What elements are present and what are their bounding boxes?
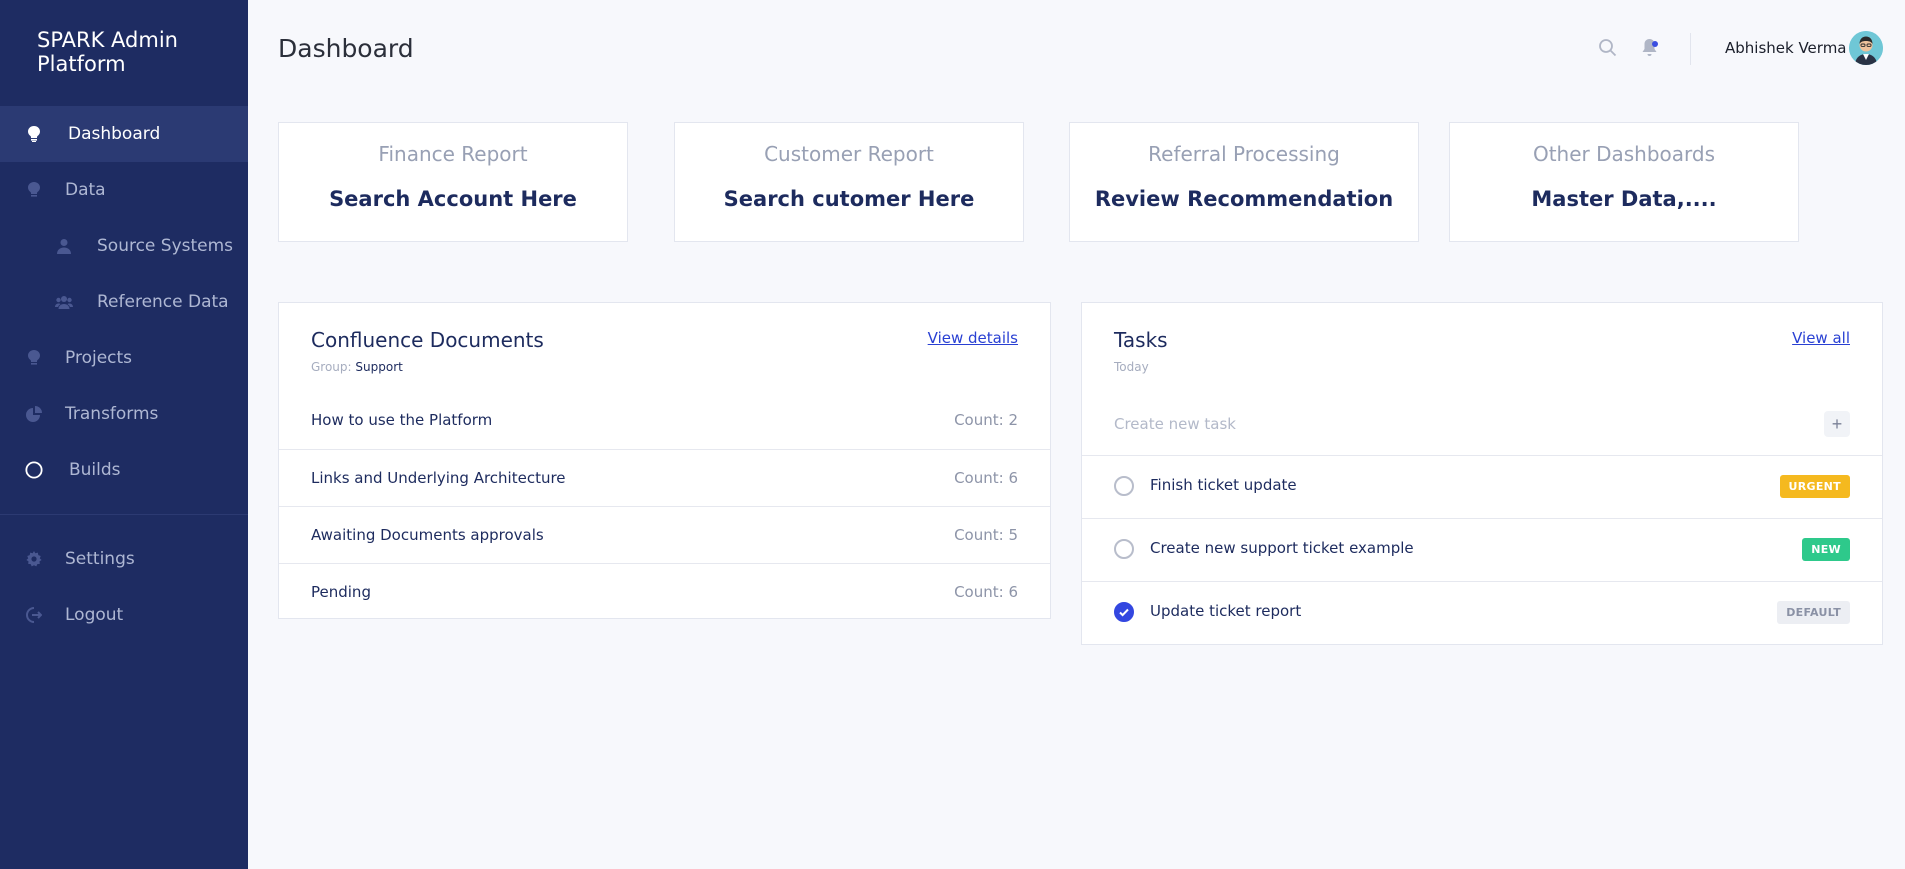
status-badge: DEFAULT [1777,601,1850,624]
page-title: Dashboard [278,34,414,63]
card-value: Search Account Here [329,187,577,211]
customer-report-card[interactable]: Customer Report Search cutomer Here [674,122,1024,242]
check-icon [1119,608,1129,617]
task-checkbox-checked[interactable] [1114,602,1134,622]
card-title: Finance Report [378,142,528,166]
tasks-panel: Tasks Today View all Create new task + F… [1081,302,1883,645]
card-title: Customer Report [764,142,934,166]
sidebar: SPARK Admin Platform Dashboard Data Sour… [0,0,248,869]
referral-processing-card[interactable]: Referral Processing Review Recommendatio… [1069,122,1419,242]
document-name: Pending [311,583,371,601]
view-details-link[interactable]: View details [928,329,1018,347]
users-icon [55,293,73,311]
panel-title: Tasks [1114,328,1168,352]
document-count: Count: 6 [954,583,1018,601]
document-count: Count: 5 [954,526,1018,544]
sidebar-item-reference-data[interactable]: Reference Data [0,274,248,330]
lightbulb-icon [25,125,43,143]
group-value: Support [355,360,403,374]
sidebar-item-label: Logout [65,605,124,625]
confluence-documents-panel: Confluence Documents Group: Support View… [278,302,1051,619]
view-all-link[interactable]: View all [1792,329,1850,347]
task-checkbox[interactable] [1114,476,1134,496]
task-checkbox[interactable] [1114,539,1134,559]
sidebar-item-label: Source Systems [97,236,234,256]
add-task-button[interactable]: + [1824,411,1850,437]
header-divider [1690,33,1691,65]
sidebar-item-settings[interactable]: Settings [0,531,248,587]
sidebar-item-label: Data [65,180,106,200]
list-item[interactable]: Awaiting Documents approvals Count: 5 [279,506,1050,563]
avatar[interactable] [1849,31,1883,65]
card-title: Referral Processing [1148,142,1340,166]
sidebar-item-source-systems[interactable]: Source Systems [0,218,248,274]
gear-icon [25,550,43,568]
task-row[interactable]: Update ticket report DEFAULT [1082,581,1882,644]
lightbulb-icon [25,349,43,367]
brand-title: SPARK Admin Platform [37,28,178,76]
list-item[interactable]: Links and Underlying Architecture Count:… [279,449,1050,506]
document-count: Count: 6 [954,469,1018,487]
list-item[interactable]: Pending Count: 6 [279,563,1050,620]
pie-chart-icon [25,405,43,423]
card-value: Master Data,.... [1531,187,1717,211]
task-row[interactable]: Create new support ticket example NEW [1082,518,1882,581]
document-name: Awaiting Documents approvals [311,526,544,544]
sidebar-item-builds[interactable]: Builds [0,442,248,498]
user-icon [55,237,73,255]
status-badge: NEW [1802,538,1850,561]
user-name[interactable]: Abhishek Verma [1725,39,1847,57]
panel-subtitle: Group: Support [311,360,403,374]
sidebar-item-label: Builds [69,460,121,480]
document-count: Count: 2 [954,411,1018,429]
sidebar-item-projects[interactable]: Projects [0,330,248,386]
sidebar-item-data[interactable]: Data [0,162,248,218]
sidebar-item-label: Transforms [65,404,159,424]
logout-icon [25,606,43,624]
sidebar-item-label: Dashboard [68,124,161,144]
notification-dot [1652,41,1658,47]
task-name: Update ticket report [1150,602,1302,620]
sidebar-divider [0,514,248,515]
document-name: Links and Underlying Architecture [311,469,566,487]
other-dashboards-card[interactable]: Other Dashboards Master Data,.... [1449,122,1799,242]
sidebar-item-label: Settings [65,549,135,569]
task-row[interactable]: Finish ticket update URGENT [1082,455,1882,518]
task-name: Finish ticket update [1150,476,1297,494]
card-value: Review Recommendation [1094,187,1394,211]
search-icon[interactable] [1598,38,1617,62]
panel-title: Confluence Documents [311,328,544,352]
sidebar-item-label: Projects [65,348,133,368]
sidebar-item-label: Reference Data [97,292,229,312]
group-label: Group: [311,360,352,374]
document-name: How to use the Platform [311,411,493,429]
circle-icon [25,461,43,479]
card-value: Search cutomer Here [723,187,975,211]
task-name: Create new support ticket example [1150,539,1414,557]
status-badge: URGENT [1779,475,1850,498]
card-title: Other Dashboards [1532,142,1716,166]
sidebar-item-dashboard[interactable]: Dashboard [0,106,248,162]
sidebar-item-logout[interactable]: Logout [0,587,248,643]
list-item[interactable]: How to use the Platform Count: 2 [279,392,1050,449]
panel-subtitle: Today [1114,360,1149,374]
finance-report-card[interactable]: Finance Report Search Account Here [278,122,628,242]
new-task-input[interactable]: Create new task [1114,415,1236,433]
lightbulb-icon [25,181,43,199]
sidebar-item-transforms[interactable]: Transforms [0,386,248,442]
